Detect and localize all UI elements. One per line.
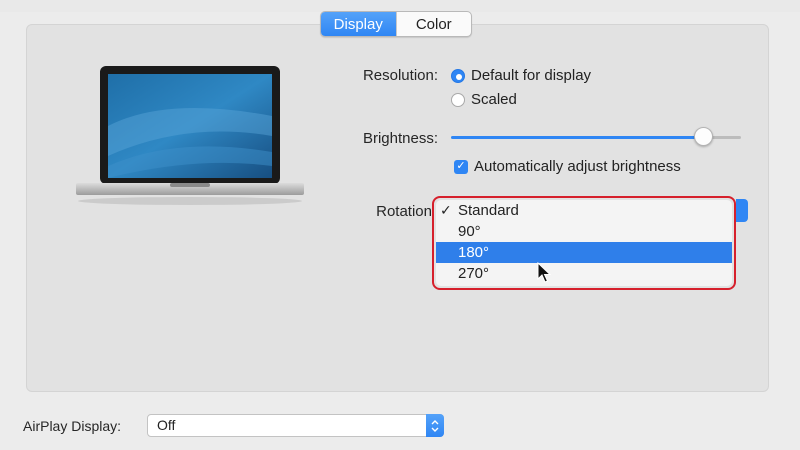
resolution-option-scaled[interactable]: Scaled xyxy=(451,91,517,108)
slider-track-filled xyxy=(451,136,703,139)
slider-thumb[interactable] xyxy=(694,127,713,146)
airplay-display-label: AirPlay Display: xyxy=(23,418,122,434)
tab-bar: Display Color xyxy=(320,11,472,37)
tab-color[interactable]: Color xyxy=(395,12,472,36)
auto-brightness-label: Automatically adjust brightness xyxy=(474,158,681,175)
chevron-updown-glyph xyxy=(431,419,439,432)
auto-brightness-checkbox-row[interactable]: ✓ Automatically adjust brightness xyxy=(454,158,681,175)
rotation-label: Rotation xyxy=(376,203,432,220)
airplay-display-value: Off xyxy=(157,417,176,433)
radio-label: Scaled xyxy=(471,91,517,108)
brightness-label: Brightness: xyxy=(362,130,438,147)
radio-label: Default for display xyxy=(471,67,592,84)
resolution-label: Resolution: xyxy=(362,67,438,84)
checkmark-icon: ✓ xyxy=(456,160,466,172)
brightness-slider[interactable] xyxy=(451,127,741,149)
up-down-chevron-icon[interactable] xyxy=(426,414,444,437)
mouse-pointer-icon xyxy=(537,262,551,283)
laptop-illustration xyxy=(76,66,304,205)
annotation-highlight-box xyxy=(432,196,736,290)
resolution-option-default[interactable]: Default for display xyxy=(451,67,591,84)
radio-button[interactable] xyxy=(451,92,465,107)
checkbox[interactable]: ✓ xyxy=(454,159,468,174)
airplay-display-select[interactable]: Off xyxy=(147,414,444,437)
rotation-popup-stepper-edge[interactable] xyxy=(736,199,748,222)
tab-display[interactable]: Display xyxy=(321,12,396,36)
radio-button[interactable] xyxy=(451,68,465,83)
